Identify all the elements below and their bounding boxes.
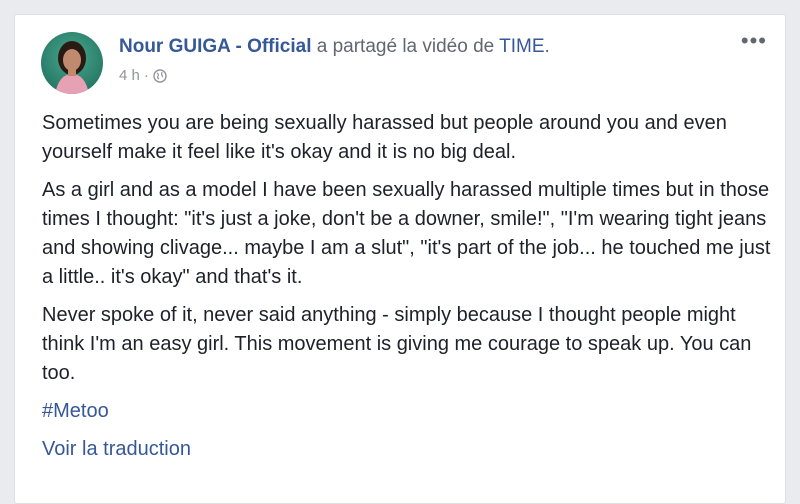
shared-suffix: . xyxy=(544,36,550,57)
post-meta: 4 h · xyxy=(119,66,167,86)
avatar[interactable] xyxy=(41,32,103,94)
shared-source-link[interactable]: TIME xyxy=(499,36,544,57)
post-paragraph: As a girl and as a model I have been sex… xyxy=(42,179,771,288)
globe-icon[interactable] xyxy=(153,69,167,83)
post-header: Nour GUIGA - Official a partagé la vidéo… xyxy=(119,35,550,59)
post-paragraph: Never spoke of it, never said anything -… xyxy=(42,304,752,384)
post-card: Nour GUIGA - Official a partagé la vidéo… xyxy=(14,14,786,504)
hashtag-link[interactable]: #Metoo xyxy=(42,397,109,426)
author-name-link[interactable]: Nour GUIGA - Official xyxy=(119,36,311,57)
post-paragraph: Sometimes you are being sexually harasse… xyxy=(42,112,727,163)
see-translation-link[interactable]: Voir la traduction xyxy=(42,435,777,464)
more-options-button[interactable]: ••• xyxy=(741,30,767,52)
shared-text: a partagé la vidéo de xyxy=(316,36,495,57)
post-timestamp-link[interactable]: 4 h xyxy=(119,66,140,86)
meta-separator: · xyxy=(143,67,149,84)
post-body: Sometimes you are being sexually harasse… xyxy=(42,109,777,464)
